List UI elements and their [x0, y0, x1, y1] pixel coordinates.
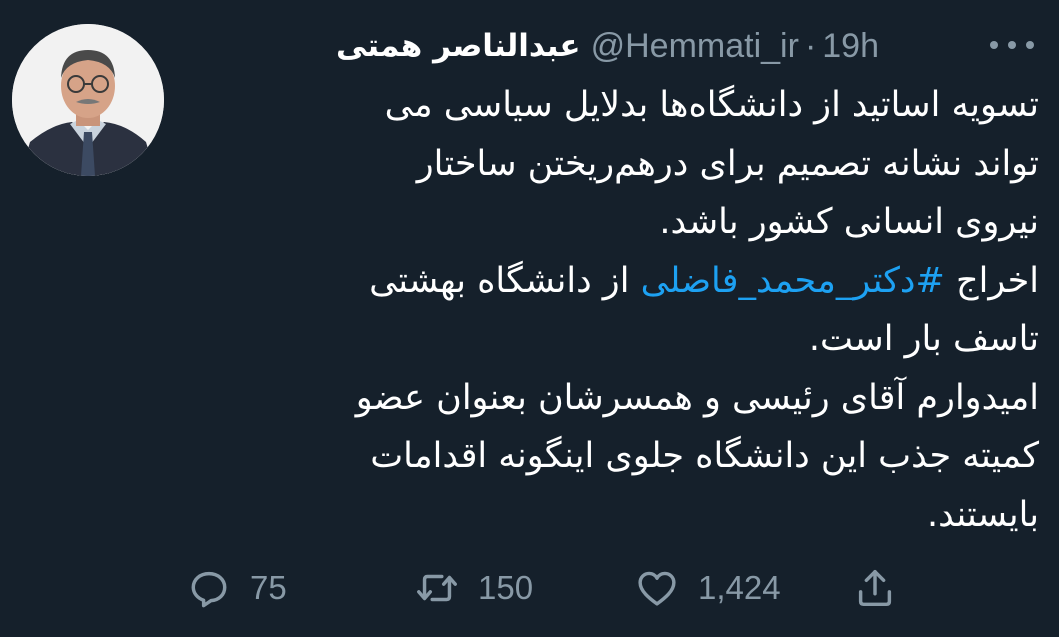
tweet-actions: 75 150 1,424 [186, 560, 916, 616]
more-dot [990, 41, 998, 49]
tweet-text-segment: از دانشگاه بهشتی [369, 260, 630, 301]
tweet-line: نیروی انسانی کشور باشد. [659, 202, 1039, 242]
more-dot [1008, 41, 1016, 49]
tweet-line: اخراج #دکتر_محمد_فاضلی از دانشگاه بهشتی [219, 252, 1039, 311]
separator-dot: · [804, 26, 817, 65]
retweet-icon [417, 574, 457, 602]
tweet-timestamp[interactable]: 19h [822, 27, 879, 66]
author-name[interactable]: عبدالناصر همتی [336, 28, 581, 64]
tweet-line: بایستند. [927, 494, 1039, 535]
tweet-text-segment: اخراج [956, 260, 1039, 301]
share-icon [858, 569, 892, 607]
retweet-count: 150 [478, 569, 534, 606]
avatar[interactable] [12, 24, 164, 176]
tweet-line: تاسف بار است. [808, 319, 1039, 359]
tweet-line: امیدوارم آقای رئیسی و همسرشان بعنوان عضو [355, 377, 1039, 418]
tweet-card: عبدالناصر همتی @Hemmati_ir · 19h تسویه ا… [0, 0, 1059, 637]
tweet-meta: @Hemmati_ir · 19h [591, 27, 879, 66]
like-icon [638, 571, 676, 606]
like-button[interactable]: 1,424 [634, 560, 781, 616]
retweet-button[interactable]: 150 [414, 560, 533, 616]
more-dot [1026, 41, 1034, 49]
tweet-header: عبدالناصر همتی @Hemmati_ir · 19h [336, 20, 879, 72]
more-options-icon[interactable] [990, 34, 1034, 56]
tweet-line: تسویه اساتید از دانشگاه‌ها بدلایل سیاسی … [384, 85, 1039, 125]
share-button[interactable] [852, 560, 898, 616]
tweet-line: کمیته جذب این دانشگاه جلوی اینگونه اقدام… [370, 436, 1039, 476]
profile-photo [12, 24, 164, 176]
reply-button[interactable]: 75 [186, 560, 287, 616]
tweet-line: تواند نشانه تصمیم برای درهم‌ریختن ساختار [416, 143, 1039, 184]
tweet-text: تسویه اساتید از دانشگاه‌ها بدلایل سیاسی … [219, 76, 1039, 544]
hashtag-link[interactable]: #دکتر_محمد_فاضلی [641, 261, 945, 301]
author-handle[interactable]: @Hemmati_ir [591, 27, 799, 66]
reply-icon [191, 571, 227, 608]
like-count: 1,424 [698, 569, 781, 606]
reply-count: 75 [250, 569, 287, 606]
